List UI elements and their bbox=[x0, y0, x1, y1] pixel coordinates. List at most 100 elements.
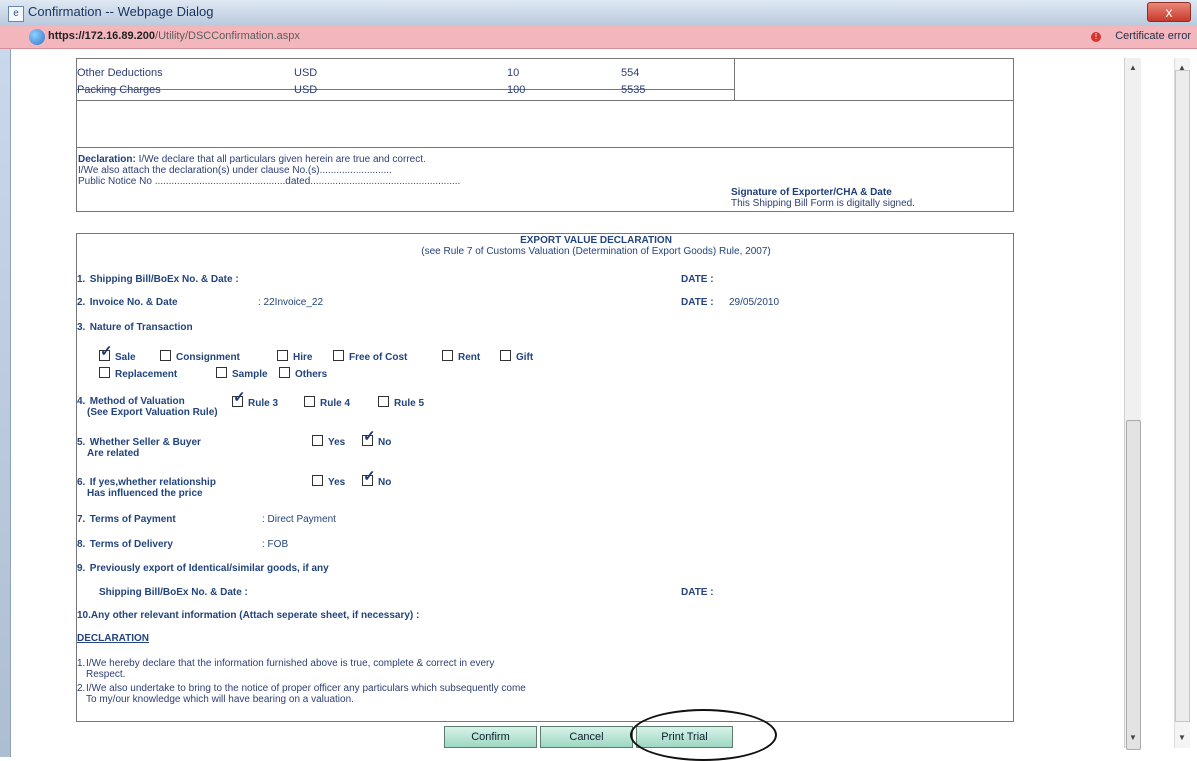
scroll-up-icon[interactable]: ▲ bbox=[1127, 62, 1139, 74]
checkbox-related-no[interactable] bbox=[362, 429, 376, 446]
option-label: Hire bbox=[293, 352, 313, 363]
item-label: If yes,whether relationship bbox=[89, 477, 216, 488]
item-shipping-bill: 1. Shipping Bill/BoEx No. & Date : bbox=[77, 274, 239, 285]
checkbox-sample[interactable] bbox=[216, 367, 227, 378]
item-number: 3. bbox=[77, 322, 86, 333]
window-title: Confirmation -- Webpage Dialog bbox=[28, 4, 214, 19]
item-delivery: 8. Terms of Delivery bbox=[77, 539, 173, 550]
option-sample[interactable]: Sample bbox=[216, 367, 268, 380]
checkbox-others[interactable] bbox=[279, 367, 290, 378]
checkbox-sale[interactable] bbox=[99, 344, 113, 361]
item-influenced: 6. If yes,whether relationship bbox=[77, 477, 216, 488]
option-rule-4[interactable]: Rule 4 bbox=[304, 396, 350, 409]
scroll-down-icon[interactable]: ▼ bbox=[1127, 732, 1139, 744]
checkbox-gift[interactable] bbox=[500, 350, 511, 361]
url-host: https://172.16.89.200 bbox=[48, 30, 156, 42]
item-label: Method of Valuation bbox=[89, 396, 185, 407]
option-influenced-yes[interactable]: Yes bbox=[312, 475, 345, 488]
option-label: Consignment bbox=[176, 352, 240, 363]
option-label: No bbox=[378, 437, 392, 448]
option-gift[interactable]: Gift bbox=[500, 350, 533, 363]
scroll-thumb[interactable] bbox=[1126, 420, 1141, 750]
option-replacement[interactable]: Replacement bbox=[99, 367, 177, 380]
warning-icon: ! bbox=[1091, 32, 1101, 42]
confirm-button[interactable]: Confirm bbox=[444, 726, 537, 748]
charge-amount: 5535 bbox=[621, 84, 646, 96]
option-others[interactable]: Others bbox=[279, 367, 327, 380]
option-rule-5[interactable]: Rule 5 bbox=[378, 396, 424, 409]
option-label: Yes bbox=[328, 477, 346, 488]
option-influenced-no[interactable]: No bbox=[362, 469, 392, 488]
declaration-line3: Public Notice No .......................… bbox=[78, 176, 461, 187]
item-number: 9. bbox=[77, 563, 86, 574]
item-label: Terms of Delivery bbox=[89, 539, 173, 550]
option-label: Yes bbox=[328, 437, 346, 448]
option-related-yes[interactable]: Yes bbox=[312, 435, 345, 448]
certificate-error[interactable]: Certificate error bbox=[1115, 30, 1191, 42]
checkbox-rule-3[interactable] bbox=[232, 390, 246, 407]
declaration-block: Declaration: I/We declare that all parti… bbox=[78, 154, 460, 187]
charge-currency: USD bbox=[294, 67, 318, 79]
invoice-value: : 22Invoice_22 bbox=[258, 297, 324, 308]
point-line: To my/our knowledge which will have bear… bbox=[86, 694, 354, 705]
item-payment: 7. Terms of Payment bbox=[77, 514, 176, 525]
item-number: 1. bbox=[77, 274, 86, 285]
item-related-sub: Are related bbox=[87, 448, 140, 459]
item-related: 5. Whether Seller & Buyer bbox=[77, 437, 201, 448]
checkbox-free-of-cost[interactable] bbox=[333, 350, 344, 361]
inner-scrollbar[interactable]: ▲ ▼ bbox=[1124, 58, 1141, 750]
item-previous-shipping-bill: Shipping Bill/BoEx No. & Date : bbox=[99, 587, 248, 598]
table-divider bbox=[77, 100, 1013, 101]
url-path: /Utility/DSCConfirmation.aspx bbox=[155, 30, 300, 42]
previous-date-label: DATE : bbox=[681, 587, 714, 598]
option-hire[interactable]: Hire bbox=[277, 350, 312, 363]
charge-rate: 10 bbox=[507, 67, 520, 79]
declaration-label: Declaration: bbox=[78, 154, 136, 165]
item-invoice: 2. Invoice No. & Date bbox=[77, 297, 178, 308]
option-label: Rule 4 bbox=[320, 398, 351, 409]
checkbox-rule-4[interactable] bbox=[304, 396, 315, 407]
signature-title: Signature of Exporter/CHA & Date bbox=[731, 187, 892, 198]
cancel-button[interactable]: Cancel bbox=[540, 726, 633, 748]
outer-scrollbar[interactable]: ▲ ▼ bbox=[1174, 58, 1190, 748]
declaration-header: DECLARATION bbox=[77, 633, 150, 644]
declaration-line1: I/We declare that all particulars given … bbox=[138, 154, 426, 165]
checkbox-hire[interactable] bbox=[277, 350, 288, 361]
checkbox-influenced-no[interactable] bbox=[362, 469, 376, 486]
option-label: Gift bbox=[516, 352, 534, 363]
item-label: Shipping Bill/BoEx No. & Date : bbox=[89, 274, 239, 285]
option-free-of-cost[interactable]: Free of Cost bbox=[333, 350, 407, 363]
charge-rate: 100 bbox=[507, 84, 526, 96]
delivery-value: : FOB bbox=[262, 539, 289, 550]
item-number: 7. bbox=[77, 514, 86, 525]
option-rule-3[interactable]: Rule 3 bbox=[232, 390, 279, 409]
checkbox-related-yes[interactable] bbox=[312, 435, 323, 446]
signature-note: This Shipping Bill Form is digitally sig… bbox=[731, 198, 915, 209]
checkbox-replacement[interactable] bbox=[99, 367, 110, 378]
option-sale[interactable]: Sale bbox=[99, 344, 136, 363]
checkbox-rent[interactable] bbox=[442, 350, 453, 361]
option-consignment[interactable]: Consignment bbox=[160, 350, 240, 363]
option-label: No bbox=[378, 477, 392, 488]
outer-scroll-thumb[interactable] bbox=[1175, 70, 1190, 722]
declaration-point-1: 1. I/We hereby declare that the informat… bbox=[77, 658, 494, 680]
outer-scroll-down-icon[interactable]: ▼ bbox=[1177, 732, 1187, 744]
point-line: I/We also undertake to bring to the noti… bbox=[86, 683, 526, 694]
charge-currency: USD bbox=[294, 84, 318, 96]
option-label: Rule 3 bbox=[248, 398, 279, 409]
checkbox-consignment[interactable] bbox=[160, 350, 171, 361]
point-text: I/We also undertake to bring to the noti… bbox=[86, 683, 786, 705]
checkbox-rule-5[interactable] bbox=[378, 396, 389, 407]
item-label: Terms of Payment bbox=[89, 514, 176, 525]
item-valuation: 4. Method of Valuation bbox=[77, 396, 185, 407]
invoice-date-value: 29/05/2010 bbox=[729, 297, 780, 308]
evd-title: EXPORT VALUE DECLARATION bbox=[520, 235, 672, 246]
option-related-no[interactable]: No bbox=[362, 429, 392, 448]
charge-amount: 554 bbox=[621, 67, 640, 79]
close-button[interactable]: x bbox=[1147, 2, 1191, 22]
point-number: 2. bbox=[77, 683, 86, 694]
option-rent[interactable]: Rent bbox=[442, 350, 480, 363]
point-text: I/We hereby declare that the information… bbox=[86, 658, 786, 680]
checkbox-influenced-yes[interactable] bbox=[312, 475, 323, 486]
highlight-circle bbox=[630, 709, 777, 761]
